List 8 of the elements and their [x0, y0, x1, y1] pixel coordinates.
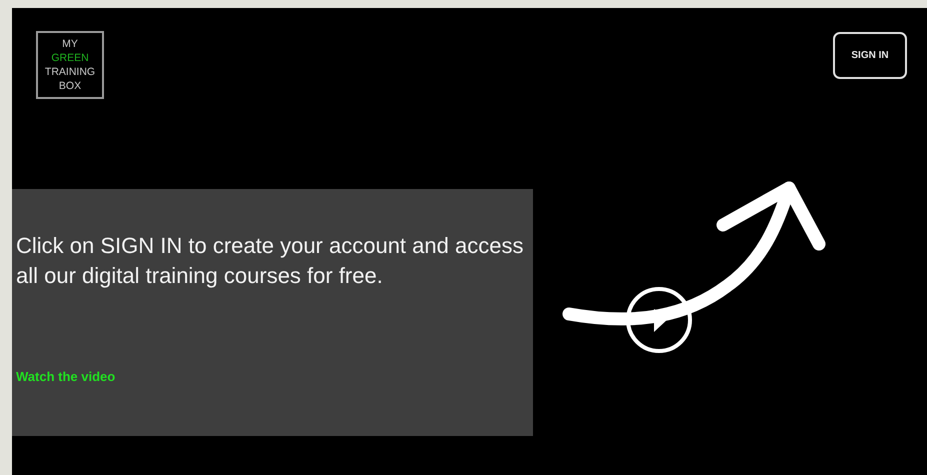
logo-text: GREEN — [51, 51, 89, 65]
logo-text: TRAINING — [44, 65, 96, 79]
sign-in-button[interactable]: SIGN IN — [833, 32, 907, 79]
logo-text: BOX — [58, 79, 82, 93]
logo-text: MY — [62, 37, 78, 51]
message-text: Click on SIGN IN to create your account and access all our digital training courses for free. — [16, 232, 524, 290]
play-button[interactable] — [626, 287, 692, 353]
watch-video-link[interactable]: Watch the video — [16, 369, 116, 384]
